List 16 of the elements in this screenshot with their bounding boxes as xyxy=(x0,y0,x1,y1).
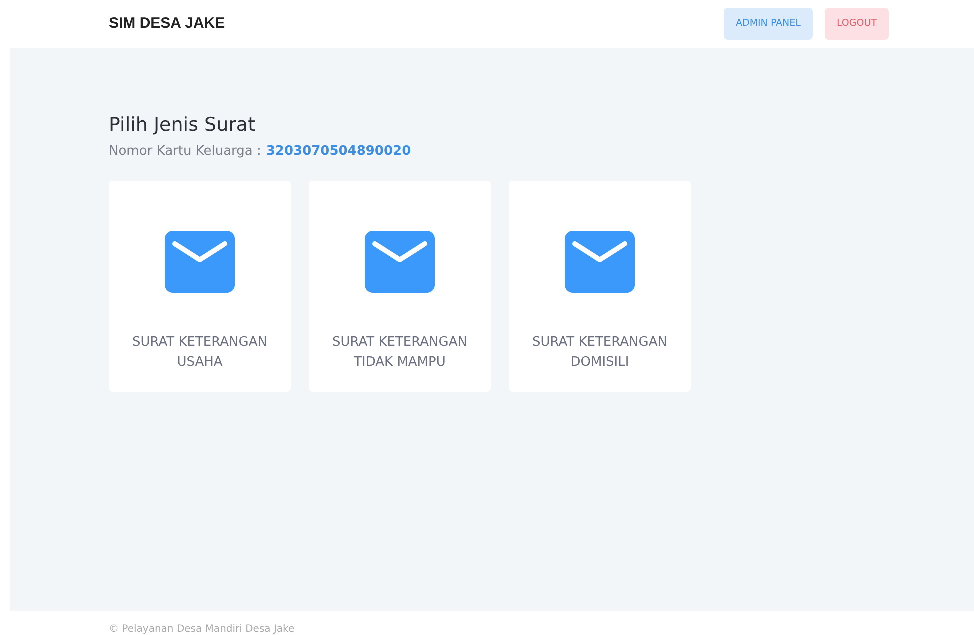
card-label: SURAT KETERANGAN DOMISILI xyxy=(532,334,668,372)
brand-title: SIM DESA JAKE xyxy=(109,15,226,32)
envelope-icon xyxy=(565,230,635,293)
letter-card[interactable]: SURAT KETERANGAN TIDAK MAMPU xyxy=(309,180,491,392)
nav-button[interactable]: ADMIN PANEL xyxy=(724,8,813,40)
envelope-icon xyxy=(165,230,235,293)
kk-number: 3203070504890020 xyxy=(266,144,412,159)
letter-card[interactable]: SURAT KETERANGAN USAHA xyxy=(109,180,291,392)
footer-text: © Pelayanan Desa Mandiri Desa Jake xyxy=(109,624,295,635)
card-label: SURAT KETERANGAN USAHA xyxy=(132,334,268,372)
nav-button[interactable]: LOGOUT xyxy=(824,8,889,40)
letter-card[interactable]: SURAT KETERANGAN DOMISILI xyxy=(509,180,691,392)
card-label: SURAT KETERANGAN TIDAK MAMPU xyxy=(332,334,468,372)
page-title: Pilih Jenis Surat xyxy=(109,114,257,136)
kk-label: Nomor Kartu Keluarga : xyxy=(109,144,262,159)
envelope-icon xyxy=(365,230,435,293)
